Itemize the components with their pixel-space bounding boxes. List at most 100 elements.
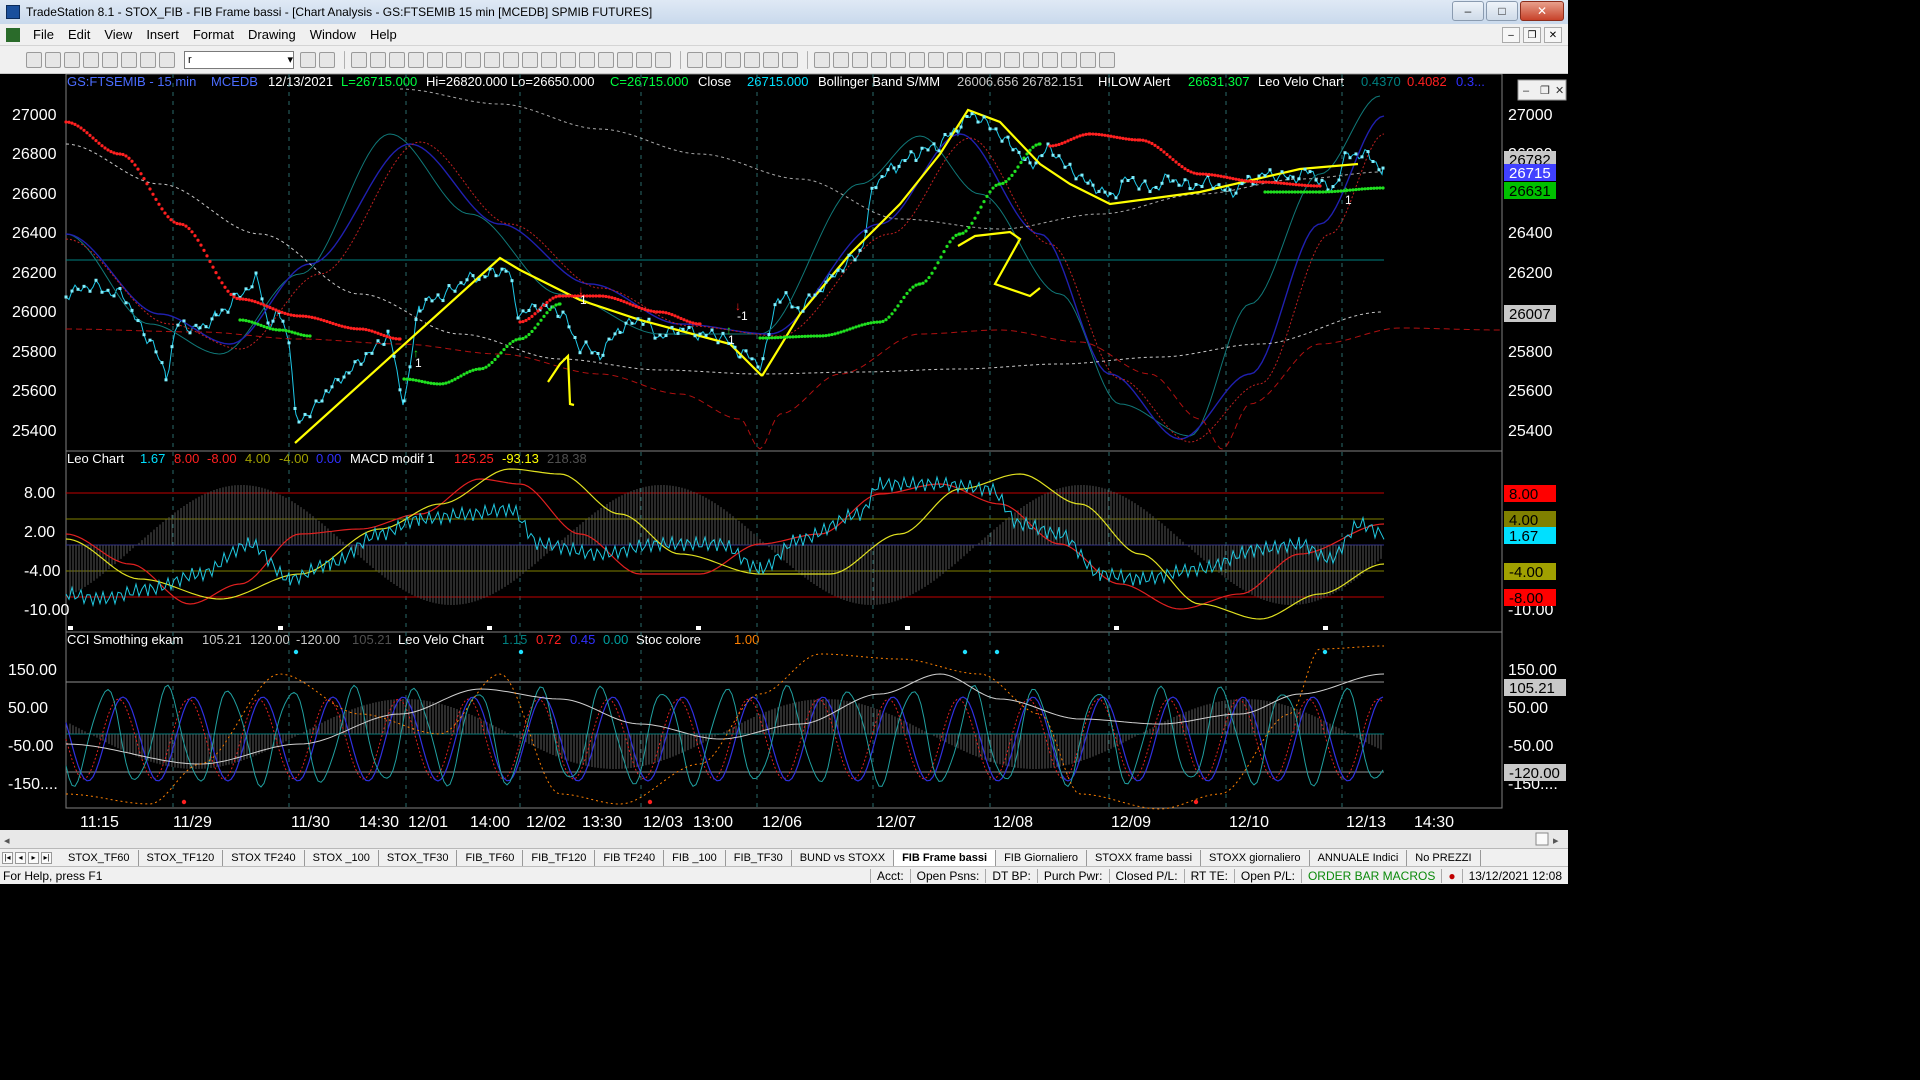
format-icon[interactable]: [446, 51, 462, 68]
menu-window[interactable]: Window: [303, 27, 363, 42]
tab-fib-giornaliero[interactable]: FIB Giornaliero: [996, 849, 1088, 866]
horizontal-scrollbar[interactable]: [0, 830, 1568, 848]
tab-fib-tf30[interactable]: FIB_TF30: [726, 849, 792, 866]
mdi-minimize-button[interactable]: –: [1502, 27, 1520, 43]
trendline-icon[interactable]: [814, 51, 830, 68]
text-icon[interactable]: [1099, 51, 1115, 68]
strategy-icon[interactable]: [427, 51, 443, 68]
trailing-stop-dot-red: [82, 128, 86, 132]
tab-stox-tf240[interactable]: STOX TF240: [223, 849, 305, 866]
chart-minimize-icon[interactable]: –: [1523, 85, 1530, 97]
tab-fib-100[interactable]: FIB _100: [664, 849, 726, 866]
tab-stox-tf60[interactable]: STOX_TF60: [60, 849, 139, 866]
tab-first-icon[interactable]: |◂: [2, 851, 13, 864]
alert-icon[interactable]: [484, 51, 500, 68]
tab-stox-tf120[interactable]: STOX_TF120: [139, 849, 224, 866]
compress-icon[interactable]: [579, 51, 595, 68]
crosshair-icon[interactable]: [706, 51, 722, 68]
workspace-icon[interactable]: [121, 51, 137, 68]
symbol-link-icon[interactable]: [465, 51, 481, 68]
scroll-left-icon[interactable]: ◂: [4, 835, 10, 847]
chart-close-icon[interactable]: ✕: [1555, 85, 1564, 97]
save-icon[interactable]: [64, 51, 80, 68]
menu-edit[interactable]: Edit: [61, 27, 97, 42]
tab-annuale-indici[interactable]: ANNUALE Indici: [1310, 849, 1408, 866]
tab-next-icon[interactable]: ▸: [28, 851, 39, 864]
trailing-stop-dot-red: [115, 152, 119, 156]
window-icon[interactable]: [102, 51, 118, 68]
fib-retracement-icon[interactable]: [890, 51, 906, 68]
data-window-icon[interactable]: [503, 51, 519, 68]
chart-analysis-area[interactable]: GS:FTSEMIB - 15 min MCEDB 12/13/2021 L=2…: [0, 74, 1568, 848]
menu-view[interactable]: View: [97, 27, 139, 42]
lookup-icon[interactable]: [319, 51, 335, 68]
pencil-icon[interactable]: [744, 51, 760, 68]
pitchfork-icon[interactable]: [928, 51, 944, 68]
new-icon[interactable]: [26, 51, 42, 68]
open-icon[interactable]: [45, 51, 61, 68]
chevron-down-icon[interactable]: ▾: [287, 53, 293, 66]
go-arrow-icon[interactable]: [300, 51, 316, 68]
tab-bund-vs-stoxx[interactable]: BUND vs STOXX: [792, 849, 895, 866]
tab-prev-icon[interactable]: ◂: [15, 851, 26, 864]
tab-stox-100[interactable]: STOX _100: [305, 849, 379, 866]
scroll-icon[interactable]: [617, 51, 633, 68]
indicator-icon[interactable]: [408, 51, 424, 68]
zoom-in-icon[interactable]: [636, 51, 652, 68]
angle-icon[interactable]: [909, 51, 925, 68]
tab-fib-tf60[interactable]: FIB_TF60: [457, 849, 524, 866]
chart-icon[interactable]: [140, 51, 156, 68]
menu-drawing[interactable]: Drawing: [241, 27, 303, 42]
bar-chart-icon[interactable]: [351, 51, 367, 68]
status-order-bar-macros[interactable]: ORDER BAR MACROS: [1300, 868, 1441, 883]
tab-fib-tf120[interactable]: FIB_TF120: [523, 849, 596, 866]
close-button[interactable]: ✕: [1520, 1, 1564, 21]
minimize-button[interactable]: –: [1452, 1, 1484, 21]
chart-restore-icon[interactable]: ❐: [1540, 85, 1550, 97]
menu-format[interactable]: Format: [186, 27, 241, 42]
symbol-combobox[interactable]: r ▾: [184, 50, 294, 69]
zoom-out-icon[interactable]: [655, 51, 671, 68]
tab-stox-tf30[interactable]: STOX_TF30: [379, 849, 458, 866]
tab-fib-frame-bassi[interactable]: FIB Frame bassi: [894, 849, 997, 866]
freehand-icon[interactable]: [1004, 51, 1020, 68]
chart-document-icon[interactable]: [6, 27, 20, 42]
drawing-objects-icon[interactable]: [522, 51, 538, 68]
fib-icon[interactable]: [763, 51, 779, 68]
eraser-icon[interactable]: [782, 51, 798, 68]
candle-icon[interactable]: [389, 51, 405, 68]
maximize-button[interactable]: □: [1486, 1, 1518, 21]
trailing-stop-dot-red: [530, 314, 534, 318]
order-icon[interactable]: [560, 51, 576, 68]
radar-icon[interactable]: [159, 51, 175, 68]
menu-file[interactable]: File: [26, 27, 61, 42]
speed-lines-icon[interactable]: [985, 51, 1001, 68]
print-icon[interactable]: [83, 51, 99, 68]
chart-canvas[interactable]: GS:FTSEMIB - 15 min MCEDB 12/13/2021 L=2…: [0, 74, 1568, 848]
trendline-tools-icon[interactable]: [725, 51, 741, 68]
channel-icon[interactable]: [871, 51, 887, 68]
tab-stoxx-frame-bassi[interactable]: STOXX frame bassi: [1087, 849, 1202, 866]
horizontal-line-icon[interactable]: [852, 51, 868, 68]
tab-fib-tf240[interactable]: FIB TF240: [595, 849, 665, 866]
scroll-right-icon[interactable]: ▸: [1553, 835, 1559, 847]
vertical-line-icon[interactable]: [833, 51, 849, 68]
pointer-icon[interactable]: [687, 51, 703, 68]
ellipse-icon[interactable]: [1080, 51, 1096, 68]
rectangle-icon[interactable]: [1061, 51, 1077, 68]
expand-icon[interactable]: [598, 51, 614, 68]
gann-icon[interactable]: [947, 51, 963, 68]
menu-insert[interactable]: Insert: [139, 27, 186, 42]
tab-no-prezzi[interactable]: No PREZZI: [1407, 849, 1481, 866]
arrow-down-icon[interactable]: [1023, 51, 1039, 68]
line-chart-icon[interactable]: [370, 51, 386, 68]
refresh-icon[interactable]: [541, 51, 557, 68]
menu-help[interactable]: Help: [363, 27, 404, 42]
tab-last-icon[interactable]: ▸|: [41, 851, 52, 864]
scrollbar-thumb[interactable]: [1535, 832, 1549, 846]
arrow-up-icon[interactable]: [1042, 51, 1058, 68]
arc-icon[interactable]: [966, 51, 982, 68]
mdi-close-button[interactable]: ✕: [1544, 27, 1562, 43]
tab-stoxx-giornaliero[interactable]: STOXX giornaliero: [1201, 849, 1310, 866]
mdi-restore-button[interactable]: ❐: [1523, 27, 1541, 43]
